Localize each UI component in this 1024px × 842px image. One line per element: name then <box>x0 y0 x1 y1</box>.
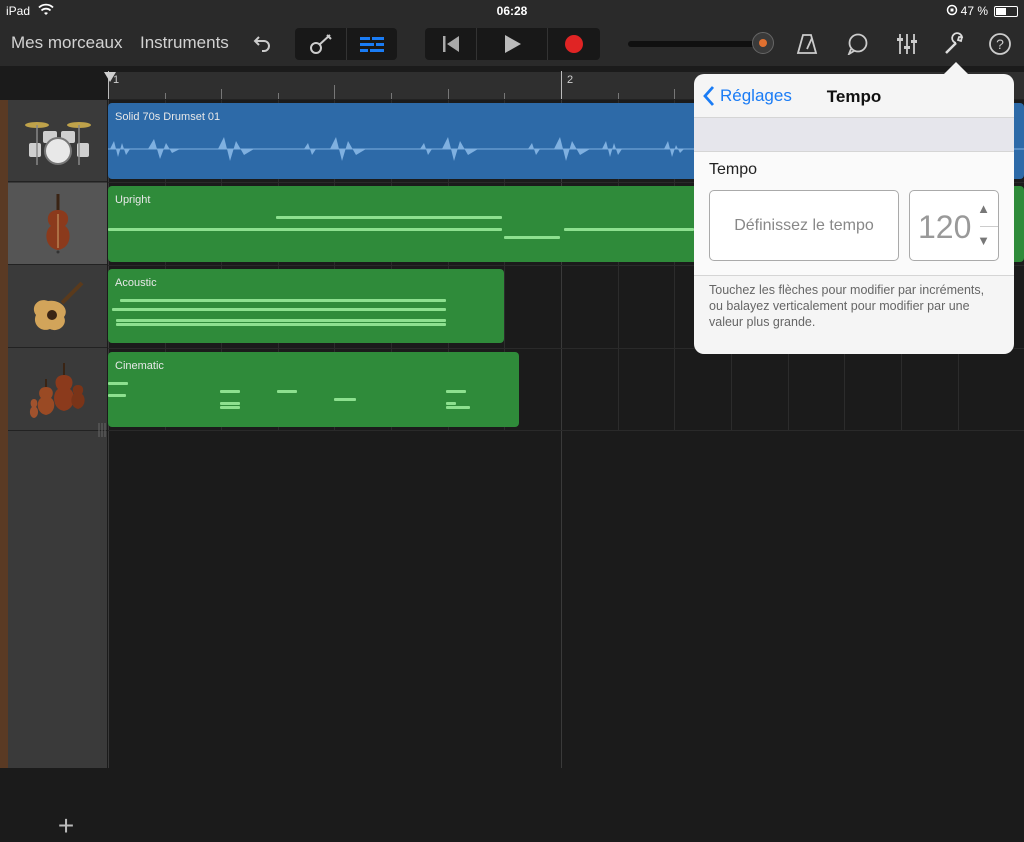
region-label: Upright <box>115 194 151 206</box>
my-songs-button[interactable]: Mes morceaux <box>11 33 122 53</box>
header-resize-handle[interactable] <box>98 422 106 438</box>
track-headers: + <box>8 100 107 841</box>
wood-edge <box>0 100 8 768</box>
add-track-button[interactable]: + <box>52 810 80 842</box>
tempo-value[interactable]: 120 <box>918 209 971 246</box>
region-acoustic[interactable]: Acoustic <box>108 269 504 343</box>
settings-wrench-icon[interactable] <box>940 30 970 58</box>
region-cinematic[interactable]: Cinematic <box>108 352 519 427</box>
metronome-icon[interactable] <box>792 30 822 58</box>
playhead-marker[interactable] <box>104 72 116 82</box>
battery-percent: 47 % <box>960 4 988 18</box>
popover-separator-band <box>694 118 1014 152</box>
ruler-bar-2: 2 <box>567 74 574 86</box>
popover-title: Tempo <box>826 87 882 106</box>
acoustic-guitar-icon <box>33 281 83 330</box>
view-segment <box>295 28 397 60</box>
svg-text:?: ? <box>996 36 1004 52</box>
play-icon[interactable] <box>477 28 547 60</box>
stepper-divider <box>980 226 998 227</box>
track-header-drums[interactable] <box>8 100 107 182</box>
master-volume-knob[interactable] <box>752 32 774 54</box>
region-label: Solid 70s Drumset 01 <box>115 111 221 123</box>
strings-ensemble-icon <box>29 362 85 418</box>
track-header-acoustic-guitar[interactable] <box>8 266 107 348</box>
tap-tempo-button[interactable]: Définissez le tempo <box>709 190 899 261</box>
status-bar: iPad 06:28 47 % <box>0 0 1024 22</box>
tempo-section: Tempo Définissez le tempo 120 ▲ ▼ <box>694 152 1014 276</box>
instruments-button[interactable]: Instruments <box>140 33 229 53</box>
drum-kit-icon <box>24 121 91 165</box>
tempo-stepper[interactable]: 120 ▲ ▼ <box>909 190 999 261</box>
toolbar: Mes morceaux Instruments ? <box>0 22 1024 66</box>
upright-bass-icon <box>45 193 70 253</box>
master-volume-slider[interactable] <box>628 41 768 47</box>
region-label: Cinematic <box>115 360 164 372</box>
tempo-increase-icon[interactable]: ▲ <box>977 201 990 216</box>
battery-icon <box>994 6 1018 17</box>
go-to-start-icon[interactable] <box>425 28 476 60</box>
track-header-strings[interactable] <box>8 349 107 431</box>
transport-controls <box>425 28 600 60</box>
tempo-decrease-icon[interactable]: ▼ <box>977 233 990 248</box>
help-icon[interactable]: ? <box>985 30 1015 58</box>
clock: 06:28 <box>496 4 528 18</box>
mixer-icon[interactable] <box>892 30 922 58</box>
popover-header: Réglages Tempo <box>694 74 1014 118</box>
tempo-help-text: Touchez les flèches pour modifier par in… <box>709 283 985 329</box>
track-header-upright-bass[interactable] <box>8 183 107 265</box>
tempo-popover: Réglages Tempo Tempo Définissez le tempo… <box>694 74 1014 354</box>
tempo-section-label: Tempo <box>709 161 758 178</box>
loop-browser-icon[interactable] <box>843 30 873 58</box>
tracks-view-icon[interactable] <box>347 28 397 60</box>
instrument-view-icon[interactable] <box>295 28 346 60</box>
record-icon[interactable] <box>548 28 600 60</box>
region-label: Acoustic <box>115 277 157 289</box>
undo-icon[interactable] <box>247 30 277 58</box>
orientation-lock-icon <box>946 4 958 19</box>
